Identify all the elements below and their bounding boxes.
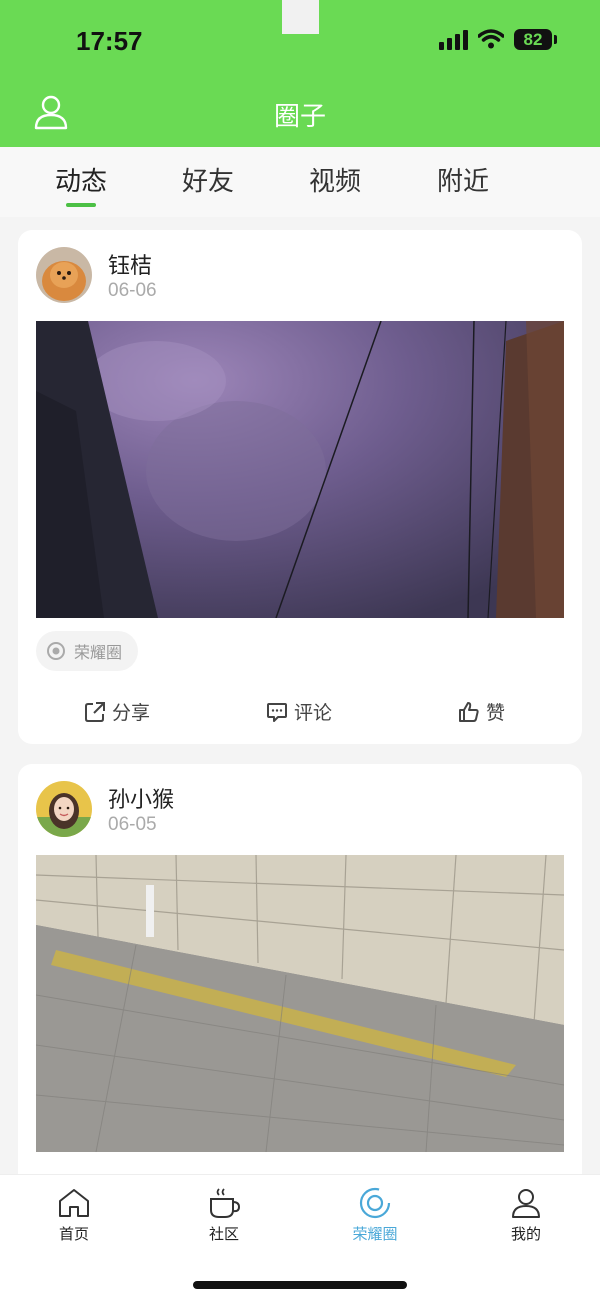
nav-community-label: 社区 bbox=[208, 1225, 239, 1243]
share-icon bbox=[85, 701, 105, 722]
like-label: 赞 bbox=[486, 702, 506, 724]
nav-home[interactable]: 首页 bbox=[24, 1187, 124, 1244]
tab-shipin[interactable]: 视频 bbox=[285, 161, 385, 198]
honor-circle-icon bbox=[47, 642, 65, 660]
cup-icon bbox=[210, 1188, 241, 1218]
post-photo[interactable] bbox=[36, 855, 564, 1152]
battery-indicator: 82 bbox=[514, 28, 557, 50]
avatar[interactable] bbox=[36, 781, 92, 837]
honor-circle-icon bbox=[359, 1187, 391, 1219]
tab-dongtai[interactable]: 动态 bbox=[31, 161, 131, 198]
post-card[interactable]: 钰桔 06-06 荣耀圈 分享 评论 赞 bbox=[18, 230, 582, 744]
post-author[interactable]: 钰桔 bbox=[108, 248, 152, 280]
wifi-icon bbox=[478, 29, 504, 49]
signal-icon bbox=[439, 28, 468, 50]
post-date: 06-05 bbox=[108, 814, 157, 835]
comment-icon bbox=[267, 702, 287, 722]
status-time: 17:57 bbox=[76, 26, 143, 56]
circle-tag[interactable]: 荣耀圈 bbox=[36, 631, 139, 671]
post-card[interactable]: 孙小猴 06-05 bbox=[18, 764, 582, 1194]
home-icon bbox=[59, 1189, 89, 1217]
feed-tabs: 动态 好友 视频 附近 bbox=[0, 147, 600, 217]
top-header: 17:57 82 圈子 bbox=[0, 0, 600, 147]
post-date: 06-06 bbox=[108, 280, 157, 301]
nav-mine[interactable]: 我的 bbox=[476, 1187, 576, 1244]
avatar[interactable] bbox=[36, 247, 92, 303]
post-actions: 分享 评论 赞 bbox=[18, 698, 582, 730]
nav-home-label: 首页 bbox=[58, 1225, 89, 1243]
nav-honor-circle[interactable]: 荣耀圈 bbox=[325, 1187, 425, 1244]
comment-label: 评论 bbox=[294, 702, 333, 724]
nav-community[interactable]: 社区 bbox=[174, 1187, 274, 1244]
thumbs-up-icon bbox=[459, 701, 479, 722]
share-label: 分享 bbox=[112, 702, 151, 724]
comment-button[interactable]: 评论 bbox=[266, 698, 332, 725]
camera-notch bbox=[282, 0, 319, 34]
status-icons: 82 bbox=[439, 28, 557, 50]
tab-fujin[interactable]: 附近 bbox=[413, 161, 513, 198]
nav-honor-circle-label: 荣耀圈 bbox=[352, 1225, 398, 1243]
share-button[interactable]: 分享 bbox=[84, 698, 150, 725]
active-tab-indicator bbox=[66, 203, 96, 207]
home-indicator bbox=[193, 1281, 407, 1289]
page-title: 圈子 bbox=[273, 102, 326, 132]
post-photo[interactable] bbox=[36, 321, 564, 618]
post-author[interactable]: 孙小猴 bbox=[108, 782, 174, 814]
nav-mine-label: 我的 bbox=[510, 1225, 541, 1243]
like-button[interactable]: 赞 bbox=[458, 698, 505, 725]
tab-haoyou[interactable]: 好友 bbox=[158, 161, 258, 198]
circle-tag-label: 荣耀圈 bbox=[74, 643, 123, 662]
profile-icon bbox=[512, 1189, 540, 1218]
